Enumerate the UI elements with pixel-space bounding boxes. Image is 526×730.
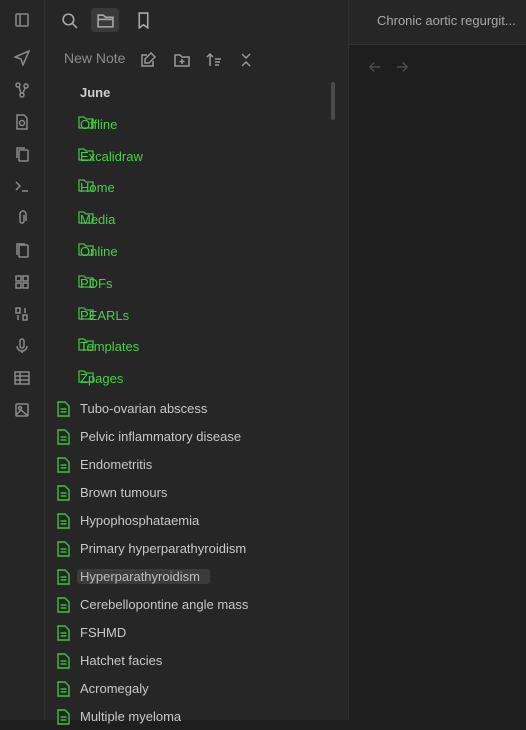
file-item[interactable]: Pelvic inflammatory disease xyxy=(57,426,337,450)
document-icon xyxy=(57,541,70,557)
file-search-icon[interactable] xyxy=(12,112,32,132)
back-arrow-icon[interactable] xyxy=(366,58,384,76)
folder-label: PDFs xyxy=(80,275,113,291)
terminal-icon[interactable] xyxy=(12,176,32,196)
copy-icon[interactable] xyxy=(12,144,32,164)
paperclip-icon[interactable] xyxy=(12,208,32,228)
file-item[interactable]: Multiple myeloma xyxy=(57,706,337,730)
document-icon xyxy=(57,653,70,669)
file-label: FSHMD xyxy=(80,625,127,640)
folder-label: Offline xyxy=(80,116,118,132)
file-label: Multiple myeloma xyxy=(80,709,182,724)
folder-item[interactable]: Media xyxy=(78,209,328,233)
file-item[interactable]: Tubo-ovarian abscess xyxy=(57,398,337,422)
file-label: Primary hyperparathyroidism xyxy=(80,541,247,556)
document-icon xyxy=(57,709,70,725)
folder-item[interactable]: Excalidraw xyxy=(78,146,328,170)
main-pane: Chronic aortic regurgit... xyxy=(349,0,526,720)
left-ribbon xyxy=(0,0,45,720)
editor-tab-bar: Chronic aortic regurgit... xyxy=(349,0,526,45)
forward-arrow-icon[interactable] xyxy=(393,58,411,76)
send-icon[interactable] xyxy=(12,48,32,68)
file-label: Cerebellopontine angle mass xyxy=(80,597,249,612)
binary-icon[interactable] xyxy=(12,304,32,324)
folder-item[interactable]: PEARLs xyxy=(78,305,328,329)
file-label: Pelvic inflammatory disease xyxy=(80,429,242,444)
file-label: Endometritis xyxy=(80,457,153,472)
file-item[interactable]: Acromegaly xyxy=(57,678,337,702)
file-label: Brown tumours xyxy=(80,485,168,500)
folder-label: Zpages xyxy=(80,371,124,387)
folder-label: Templates xyxy=(80,339,140,355)
file-label: Hyperparathyroidism xyxy=(77,569,210,584)
folder-item[interactable]: Offline xyxy=(78,114,328,138)
file-explorer-sidebar: New Note June Offline Excalidraw Home Media O… xyxy=(45,0,349,725)
folder-item[interactable]: PDFs xyxy=(78,273,328,297)
folder-item[interactable]: Home xyxy=(78,177,328,201)
sort-icon[interactable] xyxy=(204,50,224,70)
folder-item[interactable]: Online xyxy=(78,241,328,265)
folder-label: Online xyxy=(80,244,118,259)
document-icon xyxy=(57,513,70,529)
graph-icon[interactable] xyxy=(12,80,32,100)
cards-icon[interactable] xyxy=(12,240,32,260)
file-item[interactable]: Endometritis xyxy=(57,454,337,478)
folder-item[interactable]: Templates xyxy=(78,336,328,360)
new-note-label[interactable]: New Note xyxy=(64,50,125,66)
folder-icon[interactable] xyxy=(91,8,119,32)
folder-label: June xyxy=(80,85,111,100)
sidebar-toggle-icon[interactable] xyxy=(12,10,32,30)
file-item[interactable]: Primary hyperparathyroidism xyxy=(57,538,337,562)
folder-label: Media xyxy=(80,212,116,228)
document-icon xyxy=(57,485,70,501)
folder-item[interactable]: Zpages xyxy=(78,368,328,392)
folder-label: Home xyxy=(80,180,115,196)
sidebar-tab-header xyxy=(45,0,348,40)
document-icon xyxy=(57,569,70,585)
document-icon xyxy=(57,457,70,473)
grid-icon[interactable] xyxy=(12,272,32,292)
file-label: Hypophosphataemia xyxy=(80,513,200,528)
bookmark-icon[interactable] xyxy=(129,8,157,32)
folder-label: Excalidraw xyxy=(80,148,143,164)
file-item[interactable]: Hatchet facies xyxy=(57,650,337,674)
file-label: Hatchet facies xyxy=(80,653,163,668)
image-icon[interactable] xyxy=(12,400,32,420)
sidebar-scrollbar[interactable] xyxy=(331,82,335,120)
folder-label: PEARLs xyxy=(80,307,130,323)
document-icon xyxy=(57,401,70,417)
file-item[interactable]: Hyperparathyroidism xyxy=(57,566,337,590)
document-icon xyxy=(57,597,70,613)
document-icon xyxy=(57,681,70,697)
file-label: Acromegaly xyxy=(80,681,149,696)
document-icon xyxy=(57,429,70,445)
new-folder-icon[interactable] xyxy=(172,50,192,70)
document-icon xyxy=(57,625,70,641)
file-item[interactable]: Cerebellopontine angle mass xyxy=(57,594,337,618)
file-item[interactable]: FSHMD xyxy=(57,622,337,646)
search-icon[interactable] xyxy=(55,8,83,32)
active-tab-title[interactable]: Chronic aortic regurgit... xyxy=(377,13,516,28)
file-explorer-toolbar: New Note xyxy=(45,44,348,74)
file-item[interactable]: Brown tumours xyxy=(57,482,337,506)
microphone-icon[interactable] xyxy=(12,336,32,356)
tab-divider xyxy=(349,44,526,45)
table-icon[interactable] xyxy=(12,368,32,388)
collapse-all-icon[interactable] xyxy=(236,50,256,70)
file-item[interactable]: Hypophosphataemia xyxy=(57,510,337,534)
folder-item[interactable]: June xyxy=(78,82,328,106)
file-label: Tubo-ovarian abscess xyxy=(80,401,208,416)
new-note-icon[interactable] xyxy=(138,50,158,70)
